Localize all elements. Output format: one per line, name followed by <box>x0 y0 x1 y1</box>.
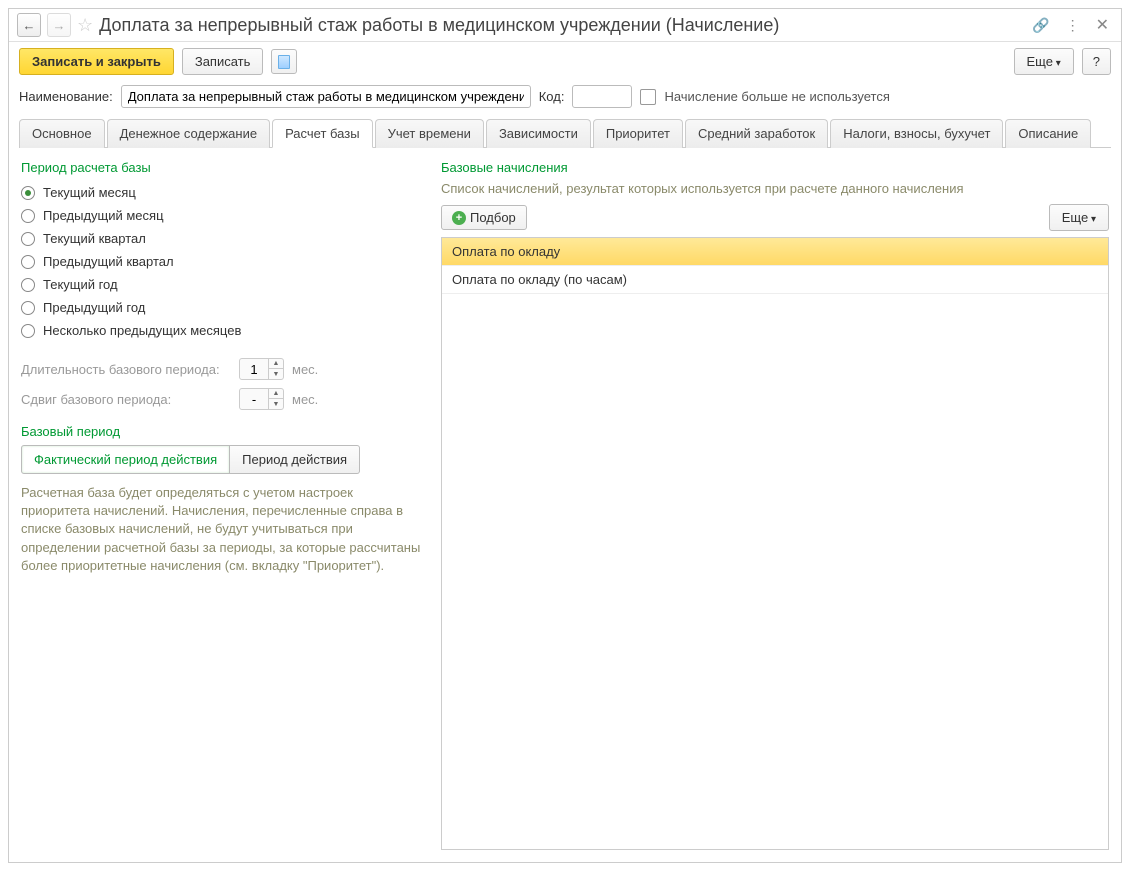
shift-input[interactable] <box>240 390 268 409</box>
not-used-label: Начисление больше не используется <box>664 89 889 104</box>
more-button[interactable]: Еще <box>1014 48 1074 75</box>
window-title: Доплата за непрерывный стаж работы в мед… <box>99 15 1022 36</box>
toggle-actual-period[interactable]: Фактический период действия <box>21 445 230 474</box>
save-button[interactable]: Записать <box>182 48 264 75</box>
plus-icon: + <box>452 211 466 225</box>
shift-spinner[interactable]: ▲ ▼ <box>239 388 284 410</box>
close-icon[interactable]: ✕ <box>1092 13 1113 37</box>
tab-bar: ОсновноеДенежное содержаниеРасчет базыУч… <box>19 118 1111 148</box>
kebab-menu-icon[interactable]: ⋮ <box>1062 15 1084 36</box>
shift-up-button[interactable]: ▲ <box>269 389 283 399</box>
radio-icon <box>21 232 35 246</box>
duration-label: Длительность базового периода: <box>21 362 231 377</box>
base-period-toggle: Фактический период действия Период дейст… <box>21 445 421 474</box>
radio-icon <box>21 301 35 315</box>
shift-down-button[interactable]: ▼ <box>269 399 283 409</box>
right-more-button[interactable]: Еще <box>1049 204 1109 231</box>
tab-5[interactable]: Приоритет <box>593 119 683 148</box>
nav-forward-button[interactable]: → <box>47 13 71 37</box>
radio-icon <box>21 209 35 223</box>
duration-row: Длительность базового периода: ▲ ▼ мес. <box>21 354 421 384</box>
code-input[interactable] <box>572 85 632 108</box>
radio-label: Текущий месяц <box>43 185 136 200</box>
name-input[interactable] <box>121 85 531 108</box>
left-description: Расчетная база будет определяться с учет… <box>21 484 421 575</box>
tab-1[interactable]: Денежное содержание <box>107 119 270 148</box>
radio-label: Текущий год <box>43 277 118 292</box>
window-frame: ← → ☆ Доплата за непрерывный стаж работы… <box>8 8 1122 863</box>
shift-label: Сдвиг базового периода: <box>21 392 231 407</box>
radio-label: Предыдущий месяц <box>43 208 164 223</box>
base-accruals-description: Список начислений, результат которых исп… <box>441 181 1109 196</box>
tab-7[interactable]: Налоги, взносы, бухучет <box>830 119 1003 148</box>
add-selection-button[interactable]: + Подбор <box>441 205 527 230</box>
left-column: Период расчета базы Текущий месяц Предыду… <box>21 160 421 850</box>
right-column: Базовые начисления Список начислений, ре… <box>441 160 1109 850</box>
shift-unit: мес. <box>292 392 318 407</box>
radio-label: Текущий квартал <box>43 231 146 246</box>
tab-2[interactable]: Расчет базы <box>272 119 373 148</box>
table-row[interactable]: Оплата по окладу (по часам) <box>442 266 1108 294</box>
accruals-table[interactable]: Оплата по окладуОплата по окладу (по час… <box>441 237 1109 850</box>
period-radio-group: Текущий месяц Предыдущий месяц Текущий ква… <box>21 181 421 342</box>
fields-row: Наименование: Код: Начисление больше не … <box>9 81 1121 118</box>
shift-row: Сдвиг базового периода: ▲ ▼ мес. <box>21 384 421 414</box>
tab-8[interactable]: Описание <box>1005 119 1091 148</box>
not-used-checkbox[interactable] <box>640 89 656 105</box>
tab-0[interactable]: Основное <box>19 119 105 148</box>
code-label: Код: <box>539 89 565 104</box>
add-selection-label: Подбор <box>470 210 516 225</box>
period-radio-4[interactable]: Текущий год <box>21 273 421 296</box>
period-section-title: Период расчета базы <box>21 160 421 175</box>
tab-4[interactable]: Зависимости <box>486 119 591 148</box>
period-radio-0[interactable]: Текущий месяц <box>21 181 421 204</box>
period-radio-5[interactable]: Предыдущий год <box>21 296 421 319</box>
titlebar: ← → ☆ Доплата за непрерывный стаж работы… <box>9 9 1121 42</box>
period-radio-2[interactable]: Текущий квартал <box>21 227 421 250</box>
name-label: Наименование: <box>19 89 113 104</box>
content-area: Период расчета базы Текущий месяц Предыду… <box>9 148 1121 862</box>
duration-input[interactable] <box>240 360 268 379</box>
radio-label: Предыдущий год <box>43 300 145 315</box>
document-icon <box>278 55 290 69</box>
base-accruals-title: Базовые начисления <box>441 160 1109 175</box>
period-radio-1[interactable]: Предыдущий месяц <box>21 204 421 227</box>
tab-6[interactable]: Средний заработок <box>685 119 828 148</box>
duration-up-button[interactable]: ▲ <box>269 359 283 369</box>
radio-icon <box>21 324 35 338</box>
radio-label: Несколько предыдущих месяцев <box>43 323 241 338</box>
base-period-title: Базовый период <box>21 424 421 439</box>
duration-spinner[interactable]: ▲ ▼ <box>239 358 284 380</box>
radio-icon <box>21 278 35 292</box>
table-row[interactable]: Оплата по окладу <box>442 238 1108 266</box>
toggle-action-period[interactable]: Период действия <box>230 445 360 474</box>
link-icon[interactable]: 🔗 <box>1028 15 1053 36</box>
radio-label: Предыдущий квартал <box>43 254 174 269</box>
period-radio-6[interactable]: Несколько предыдущих месяцев <box>21 319 421 342</box>
radio-icon <box>21 255 35 269</box>
main-toolbar: Записать и закрыть Записать Еще ? <box>9 42 1121 81</box>
right-toolbar: + Подбор Еще <box>441 204 1109 231</box>
favorite-star-icon[interactable]: ☆ <box>77 15 93 36</box>
duration-down-button[interactable]: ▼ <box>269 369 283 379</box>
save-and-close-button[interactable]: Записать и закрыть <box>19 48 174 75</box>
tab-3[interactable]: Учет времени <box>375 119 484 148</box>
help-button[interactable]: ? <box>1082 48 1111 75</box>
period-radio-3[interactable]: Предыдущий квартал <box>21 250 421 273</box>
radio-icon <box>21 186 35 200</box>
document-icon-button[interactable] <box>271 49 297 75</box>
nav-back-button[interactable]: ← <box>17 13 41 37</box>
duration-unit: мес. <box>292 362 318 377</box>
